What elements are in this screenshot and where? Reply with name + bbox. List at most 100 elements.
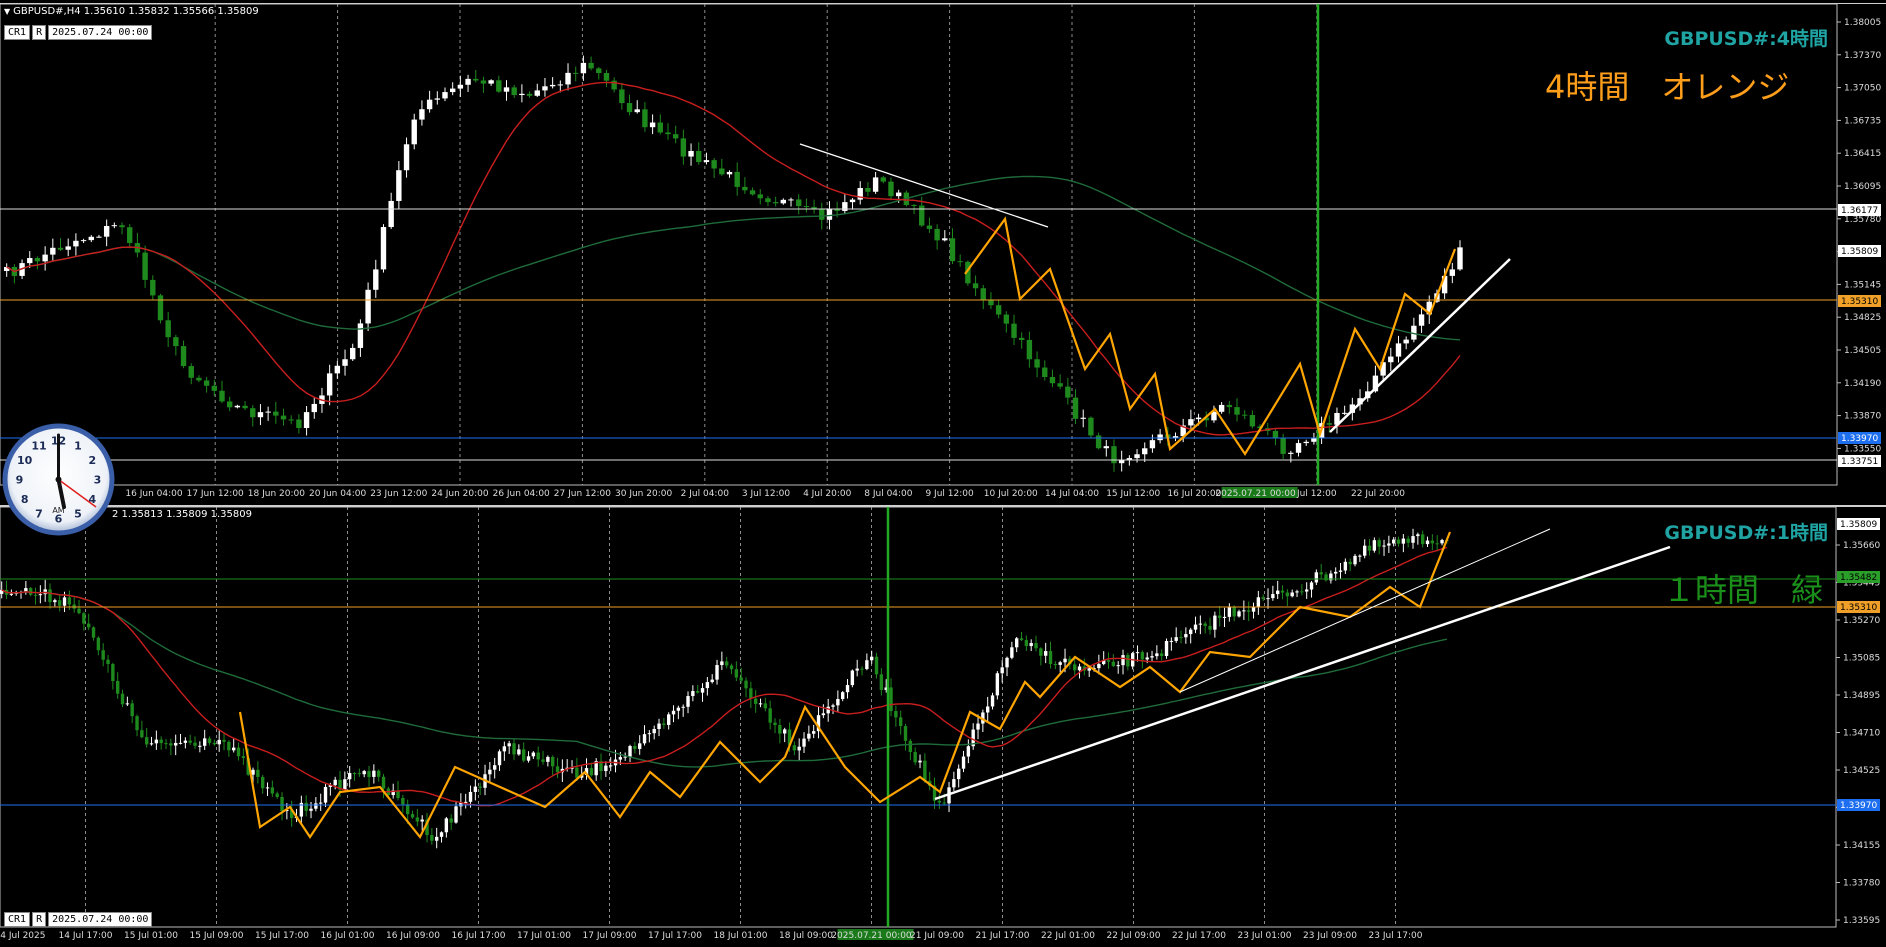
h1-candle-body: [265, 787, 270, 789]
h1-candle-body: [314, 803, 318, 809]
h4-candle-body: [949, 238, 956, 262]
h4-candle-body: [280, 415, 287, 420]
h1-candle-body: [1319, 572, 1323, 575]
h1-time-label: 17 Jul 17:00: [648, 931, 702, 941]
h1-candle-body: [1218, 615, 1222, 618]
h1-candle-body: [232, 747, 236, 751]
h1-candle-body: [33, 594, 38, 596]
h1-candle-body: [343, 779, 347, 790]
h1-candle-body: [1053, 664, 1058, 666]
h4-candle-body: [426, 99, 433, 110]
h1-candle-body: [990, 695, 995, 707]
h4-candle-body: [1088, 417, 1094, 436]
h4-candle-body: [27, 258, 33, 264]
h4-candle-body: [1388, 356, 1394, 363]
h1-cr1-button[interactable]: CR1: [4, 912, 31, 927]
h1-time-label: 22 Jul 01:00: [1041, 931, 1095, 941]
h4-candle-body: [734, 171, 740, 187]
h1-candle-body: [116, 681, 120, 694]
h4-candle-body: [511, 87, 517, 96]
h4-r-button[interactable]: R: [32, 25, 47, 40]
h4-price-label: 1.34190: [1844, 379, 1881, 389]
h1-candle-body: [1135, 652, 1140, 654]
h4-candle-body: [1249, 415, 1256, 427]
h4-chart-pane[interactable]: 1.38005 1.37370 1.37050 1.36735 1.36415 1.360…: [0, 3, 1886, 501]
h1-candle-body: [488, 769, 492, 775]
h1-candle-body: [145, 737, 149, 745]
h1-candle-body: [899, 717, 903, 727]
h4-candle-body: [73, 240, 79, 247]
h1-candle-body: [256, 769, 260, 777]
h4-candle-body: [580, 62, 587, 74]
h4-price-label: 1.33550: [1844, 444, 1881, 454]
h1-chart-canvas[interactable]: 1.356601.354451.352701.350851.348951.347…: [0, 506, 1886, 943]
h1-candle-body: [531, 752, 536, 757]
h1-candle-body: [502, 746, 507, 752]
h4-candle-body: [772, 202, 779, 204]
h4-candle-body: [742, 186, 748, 191]
h4-candle-body: [1295, 443, 1302, 453]
h1-candle-body: [1401, 538, 1406, 544]
h4-candle-body: [911, 205, 917, 207]
clock-number: 3: [94, 474, 102, 487]
h1-price-label: 1.35660: [1843, 541, 1880, 551]
h4-time-label: 9 Jul 12:00: [925, 489, 974, 499]
analog-clock-widget[interactable]: 121234567891011 AM: [0, 421, 117, 538]
h4-candle-body: [150, 279, 156, 296]
h1-candle-body: [372, 770, 376, 777]
h1-candle-body: [439, 832, 444, 837]
h1-candle-body: [348, 773, 352, 780]
h4-candle-body: [688, 150, 694, 157]
h1-candle-body: [691, 691, 695, 697]
h4-candle-body: [849, 199, 856, 203]
h4-candle-body: [257, 412, 264, 418]
h1-price-tag-label: 1.33970: [1840, 801, 1877, 811]
h4-candle-body: [273, 411, 279, 416]
h1-info-text: 2 1.35813 1.35809 1.35809: [112, 509, 252, 520]
h1-r-button[interactable]: R: [32, 912, 47, 927]
h4-cr1-button[interactable]: CR1: [4, 25, 31, 40]
h4-time-label: 16 Jul 20:00: [1167, 489, 1221, 499]
h1-candle-body: [1256, 597, 1261, 607]
h1-candle-body: [280, 796, 284, 812]
h1-candle-body: [406, 804, 410, 815]
h1-candle-body: [1227, 607, 1232, 617]
h4-candle-body: [649, 122, 656, 128]
h1-candle-body: [1334, 571, 1338, 574]
h4-candle-body: [1280, 438, 1286, 454]
h1-time-label: 15 Jul 17:00: [255, 931, 309, 941]
h1-candle-body: [367, 771, 371, 777]
h4-candle-body: [1288, 452, 1294, 454]
h1-candle-body: [1145, 657, 1149, 660]
h4-candle-body: [842, 202, 848, 211]
h4-candle-body: [557, 84, 564, 86]
h1-candle-body: [526, 756, 531, 761]
h1-candle-body: [923, 760, 927, 781]
collapse-triangle-icon[interactable]: ▼: [4, 7, 10, 16]
h1-chart-pane[interactable]: 1.35660 1.35445 1.35270 1.35085 1.34895 1.347…: [0, 505, 1886, 943]
clock-number: 10: [17, 454, 33, 467]
h1-candle-body: [1155, 653, 1159, 657]
h1-candle-body: [725, 661, 729, 666]
h1-candle-body: [77, 608, 81, 614]
h1-candle-body: [1387, 543, 1391, 546]
h1-candle-body: [507, 743, 511, 747]
h1-price-label: 1.35085: [1843, 654, 1880, 664]
h4-candle-body: [872, 177, 879, 192]
h4-candle-body: [403, 144, 410, 171]
h4-date-value: 2025.07.24 00:00: [48, 25, 153, 40]
h1-trend-line: [934, 545, 1671, 801]
h4-price-tag-label: 1.33751: [1841, 457, 1878, 467]
h4-candle-body: [957, 261, 963, 263]
h4-candle-body: [1026, 339, 1033, 360]
h4-candle-body: [942, 238, 948, 241]
h1-candle-body: [836, 699, 840, 706]
h1-candle-body: [778, 725, 782, 734]
h4-time-label: 2025.07.21 00:00: [1215, 489, 1296, 499]
h1-candle-body: [1000, 667, 1004, 674]
h1-price-label: 1.34155: [1843, 841, 1880, 851]
h1-candle-body: [1247, 610, 1251, 612]
h1-candle-body: [1111, 661, 1116, 667]
h1-candle-body: [536, 752, 540, 760]
h1-price-label: 1.34710: [1843, 729, 1880, 739]
